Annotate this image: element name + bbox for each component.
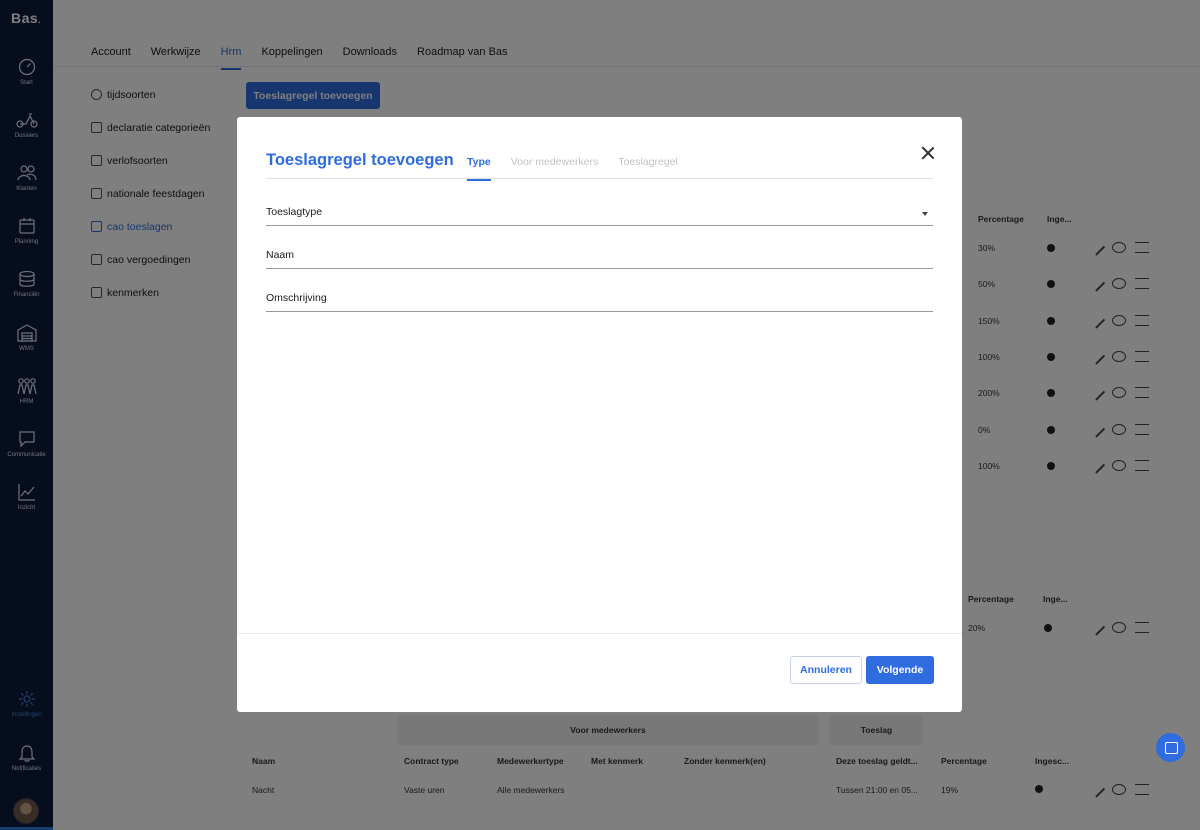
modal-footer-divider <box>237 633 962 634</box>
modal-title: Toeslagregel toevoegen <box>266 151 454 169</box>
modal-tabs-divider <box>266 178 933 179</box>
naam-field[interactable]: Naam <box>266 249 933 269</box>
add-toeslagregel-modal: Toeslagregel toevoegen Type Voor medewer… <box>237 117 962 712</box>
omschrijving-field[interactable]: Omschrijving <box>266 292 933 312</box>
close-icon[interactable] <box>921 146 935 160</box>
next-button[interactable]: Volgende <box>866 656 934 684</box>
chat-button[interactable] <box>1156 733 1185 762</box>
chevron-down-icon <box>922 212 928 216</box>
cancel-button[interactable]: Annuleren <box>790 656 862 684</box>
toeslagtype-select[interactable]: Toeslagtype <box>266 206 933 226</box>
